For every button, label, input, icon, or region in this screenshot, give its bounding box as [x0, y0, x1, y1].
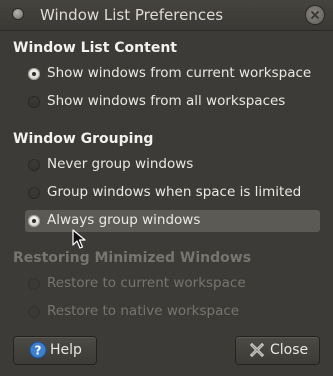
- radio-checked-icon[interactable]: [28, 215, 40, 227]
- radio-restore-native-workspace: Restore to native workspace: [25, 301, 320, 323]
- radio-label: Restore to native workspace: [47, 303, 240, 319]
- radio-disabled-icon: [28, 278, 40, 290]
- radio-label: Never group windows: [47, 156, 194, 172]
- radio-group-when-limited[interactable]: Group windows when space is limited: [25, 182, 320, 204]
- radio-never-group[interactable]: Never group windows: [25, 154, 320, 176]
- radio-unchecked-icon[interactable]: [28, 96, 40, 108]
- radio-show-current-workspace[interactable]: Show windows from current workspace: [25, 63, 320, 85]
- help-icon: ?: [29, 341, 47, 359]
- radio-restore-current-workspace: Restore to current workspace: [25, 273, 320, 295]
- radio-unchecked-icon[interactable]: [28, 159, 40, 171]
- radio-label: Always group windows: [47, 212, 201, 228]
- radio-label: Show windows from all workspaces: [47, 93, 286, 109]
- radio-checked-icon[interactable]: [28, 68, 40, 80]
- section-heading-restoring-minimized: Restoring Minimized Windows: [13, 250, 252, 266]
- window-menu-dot-icon[interactable]: [13, 9, 23, 19]
- close-button[interactable]: Close: [236, 337, 319, 364]
- mouse-pointer-icon: [72, 229, 86, 249]
- section-heading-window-list-content: Window List Content: [13, 40, 177, 56]
- radio-always-group[interactable]: Always group windows: [25, 210, 320, 232]
- help-button-label: Help: [50, 342, 82, 358]
- radio-label: Group windows when space is limited: [47, 184, 302, 200]
- window-title: Window List Preferences: [40, 6, 224, 24]
- radio-show-all-workspaces[interactable]: Show windows from all workspaces: [25, 91, 320, 113]
- preferences-window: Window List Preferences Window List Cont…: [0, 0, 333, 376]
- radio-label: Restore to current workspace: [47, 275, 246, 291]
- radio-unchecked-icon[interactable]: [28, 187, 40, 199]
- section-heading-window-grouping: Window Grouping: [13, 131, 154, 147]
- help-button[interactable]: ? Help: [14, 337, 96, 364]
- title-bar[interactable]: Window List Preferences: [0, 0, 333, 31]
- close-button-label: Close: [270, 342, 309, 358]
- svg-text:?: ?: [35, 344, 42, 358]
- close-x-icon: [249, 342, 265, 358]
- radio-label: Show windows from current workspace: [47, 65, 312, 81]
- close-icon[interactable]: [306, 6, 324, 24]
- radio-disabled-icon: [28, 306, 40, 318]
